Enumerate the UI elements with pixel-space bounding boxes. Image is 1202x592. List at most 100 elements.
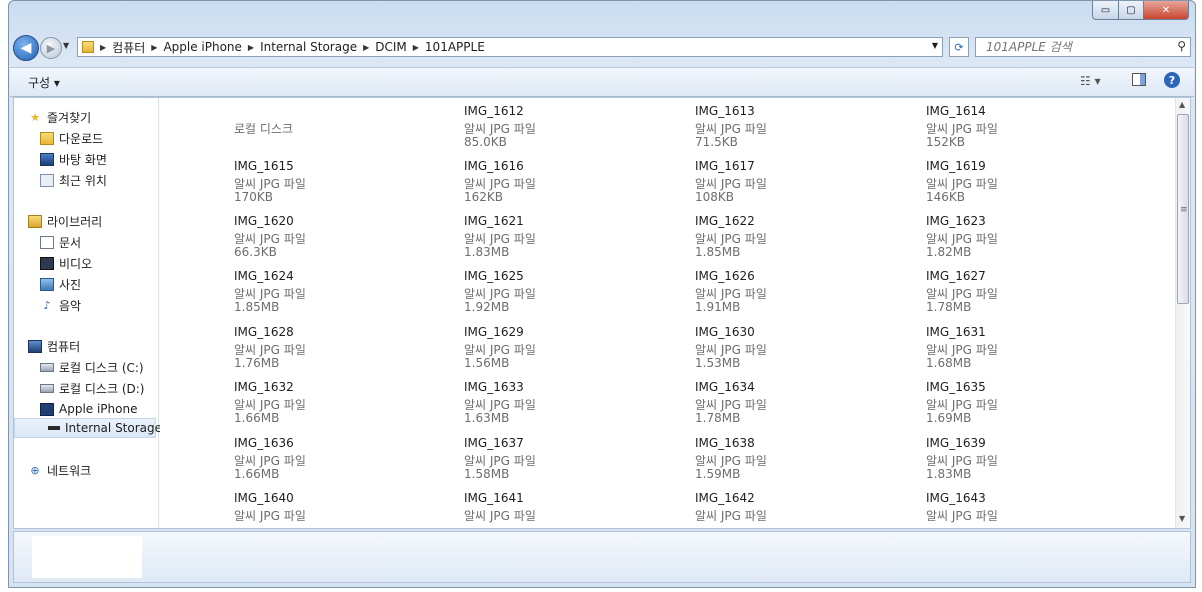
sidebar-item-favorites[interactable]: ★ 즐겨찾기 (28, 108, 91, 126)
file-tile[interactable]: IMG_1620 알씨 JPG 파일 66.3KB (170, 214, 390, 266)
search-icon[interactable]: ⚲ (1177, 39, 1186, 53)
recent-pages-dropdown-icon[interactable]: ▼ (63, 41, 69, 50)
refresh-button[interactable]: ⟳ (949, 37, 969, 57)
help-button[interactable]: ? (1164, 72, 1180, 88)
thumbnail (170, 495, 222, 528)
file-tile[interactable]: IMG_1637 알씨 JPG 파일 1.58MB (400, 436, 620, 488)
sidebar-item-music[interactable]: ♪ 음악 (40, 296, 81, 314)
sidebar-item-local-disk-d[interactable]: 로컬 디스크 (D:) (40, 379, 144, 397)
file-tile[interactable]: IMG_1636 알씨 JPG 파일 1.66MB (170, 436, 390, 488)
forward-button[interactable]: ▶ (40, 37, 62, 59)
details-pane (13, 531, 1191, 583)
file-name: IMG_1627 (926, 269, 986, 283)
address-dropdown-icon[interactable]: ▼ (932, 41, 938, 50)
file-tile[interactable]: IMG_1630 알씨 JPG 파일 1.53MB (631, 325, 851, 377)
thumbnail (631, 108, 683, 152)
thumbnail (862, 495, 914, 528)
file-tile[interactable]: IMG_1635 알씨 JPG 파일 1.69MB (862, 380, 1082, 432)
file-tile[interactable]: IMG_1615 알씨 JPG 파일 170KB (170, 159, 390, 211)
sidebar-item-documents[interactable]: 문서 (40, 233, 81, 251)
file-tile[interactable]: IMG_1617 알씨 JPG 파일 108KB (631, 159, 851, 211)
file-tile[interactable]: IMG_1632 알씨 JPG 파일 1.66MB (170, 380, 390, 432)
file-tile[interactable]: IMG_1614 알씨 JPG 파일 152KB (862, 104, 1082, 156)
file-tile[interactable]: IMG_1638 알씨 JPG 파일 1.59MB (631, 436, 851, 488)
breadcrumb-internal-storage[interactable]: Internal Storage (260, 40, 357, 54)
sidebar-item-downloads[interactable]: 다운로드 (40, 129, 103, 147)
thumbnail (400, 440, 452, 484)
scroll-down-icon[interactable]: ▼ (1179, 514, 1185, 523)
vertical-scrollbar[interactable]: ▲ ≡ ▼ (1175, 98, 1190, 528)
file-tile[interactable]: IMG_1619 알씨 JPG 파일 146KB (862, 159, 1082, 211)
organize-menu-button[interactable]: 구성 ▾ (28, 74, 60, 91)
file-tile[interactable]: IMG_1616 알씨 JPG 파일 162KB (400, 159, 620, 211)
sidebar-item-recent-places[interactable]: 최근 위치 (40, 171, 107, 189)
file-tile[interactable]: IMG_1613 알씨 JPG 파일 71.5KB (631, 104, 851, 156)
sidebar-item-desktop[interactable]: 바탕 화면 (40, 150, 107, 168)
sidebar-item-network[interactable]: ⊕ 네트워크 (28, 461, 91, 479)
file-tile[interactable]: IMG_1622 알씨 JPG 파일 1.85MB (631, 214, 851, 266)
sidebar-item-internal-storage[interactable]: Internal Storage (48, 419, 162, 437)
file-tile[interactable]: IMG_1626 알씨 JPG 파일 1.91MB (631, 269, 851, 321)
minimize-button[interactable]: ▭ (1092, 1, 1119, 20)
preview-pane-icon[interactable] (1132, 73, 1146, 86)
file-tile[interactable]: IMG_1621 알씨 JPG 파일 1.83MB (400, 214, 620, 266)
thumbnail (862, 163, 914, 207)
breadcrumb-computer[interactable]: 컴퓨터 (112, 39, 145, 56)
details-thumbnail (32, 536, 142, 578)
file-tile[interactable]: IMG_1631 알씨 JPG 파일 1.68MB (862, 325, 1082, 377)
file-tile[interactable]: IMG_1612 알씨 JPG 파일 85.0KB (400, 104, 620, 156)
sidebar-item-videos[interactable]: 비디오 (40, 254, 92, 272)
file-tile[interactable]: IMG_1624 알씨 JPG 파일 1.85MB (170, 269, 390, 321)
file-name: IMG_1630 (695, 325, 755, 339)
file-tile[interactable]: IMG_1627 알씨 JPG 파일 1.78MB (862, 269, 1082, 321)
sidebar-item-local-disk-c[interactable]: 로컬 디스크 (C:) (40, 358, 144, 376)
thumbnail (170, 440, 222, 484)
sidebar-item-computer[interactable]: 컴퓨터 (28, 337, 80, 355)
maximize-button[interactable]: ▢ (1119, 1, 1144, 20)
address-bar[interactable]: ▶ 컴퓨터 ▶ Apple iPhone ▶ Internal Storage … (77, 37, 943, 57)
file-tile[interactable]: IMG_1629 알씨 JPG 파일 1.56MB (400, 325, 620, 377)
close-button[interactable]: ✕ (1144, 1, 1189, 20)
file-name: IMG_1624 (234, 269, 294, 283)
file-tile[interactable]: IMG_1642 알씨 JPG 파일 (631, 491, 851, 528)
chevron-right-icon[interactable]: ▶ (363, 43, 369, 52)
file-tile[interactable]: IMG_1633 알씨 JPG 파일 1.63MB (400, 380, 620, 432)
search-input[interactable] (984, 39, 1168, 55)
file-name: IMG_1617 (695, 159, 755, 173)
file-tile[interactable]: IMG_1634 알씨 JPG 파일 1.78MB (631, 380, 851, 432)
thumbnail (170, 163, 222, 207)
chevron-right-icon[interactable]: ▶ (413, 43, 419, 52)
scroll-up-icon[interactable]: ▲ (1179, 100, 1185, 109)
file-size: 1.78MB (695, 411, 741, 425)
chevron-right-icon[interactable]: ▶ (100, 43, 106, 52)
file-size: 1.85MB (695, 245, 741, 259)
sidebar-item-libraries[interactable]: 라이브러리 (28, 212, 102, 230)
main-area: ★ 즐겨찾기 다운로드 바탕 화면 최근 위치 라이브러리 문서 비디오 사진 … (13, 97, 1191, 529)
thumbnail (400, 384, 452, 428)
file-tile[interactable]: IMG_1641 알씨 JPG 파일 (400, 491, 620, 528)
file-tile[interactable]: IMG_1628 알씨 JPG 파일 1.76MB (170, 325, 390, 377)
chevron-right-icon[interactable]: ▶ (151, 43, 157, 52)
drive-tile[interactable]: 로컬 디스크 (170, 104, 390, 156)
file-size: 85.0KB (464, 135, 507, 149)
scrollbar-thumb[interactable]: ≡ (1177, 114, 1189, 304)
back-button[interactable]: ◀ (13, 35, 39, 61)
file-name: IMG_1628 (234, 325, 294, 339)
file-tile[interactable]: IMG_1623 알씨 JPG 파일 1.82MB (862, 214, 1082, 266)
sidebar-item-pictures[interactable]: 사진 (40, 275, 81, 293)
file-size: 1.85MB (234, 300, 280, 314)
change-view-button[interactable]: ☷ ▾ (1080, 74, 1101, 88)
breadcrumb-101apple[interactable]: 101APPLE (425, 40, 485, 54)
file-tile[interactable]: IMG_1640 알씨 JPG 파일 (170, 491, 390, 528)
file-list: 로컬 디스크 IMG_1612 알씨 JPG 파일 85.0KB IMG_161… (160, 98, 1174, 528)
chevron-right-icon[interactable]: ▶ (248, 43, 254, 52)
file-tile[interactable]: IMG_1639 알씨 JPG 파일 1.83MB (862, 436, 1082, 488)
file-name: IMG_1642 (695, 491, 755, 505)
breadcrumb-apple-iphone[interactable]: Apple iPhone (163, 40, 241, 54)
file-tile[interactable]: IMG_1625 알씨 JPG 파일 1.92MB (400, 269, 620, 321)
sidebar-item-apple-iphone[interactable]: Apple iPhone (40, 400, 137, 418)
file-tile[interactable]: IMG_1643 알씨 JPG 파일 (862, 491, 1082, 528)
search-box[interactable]: ⚲ (975, 37, 1191, 57)
thumbnail (170, 218, 222, 262)
breadcrumb-dcim[interactable]: DCIM (375, 40, 407, 54)
